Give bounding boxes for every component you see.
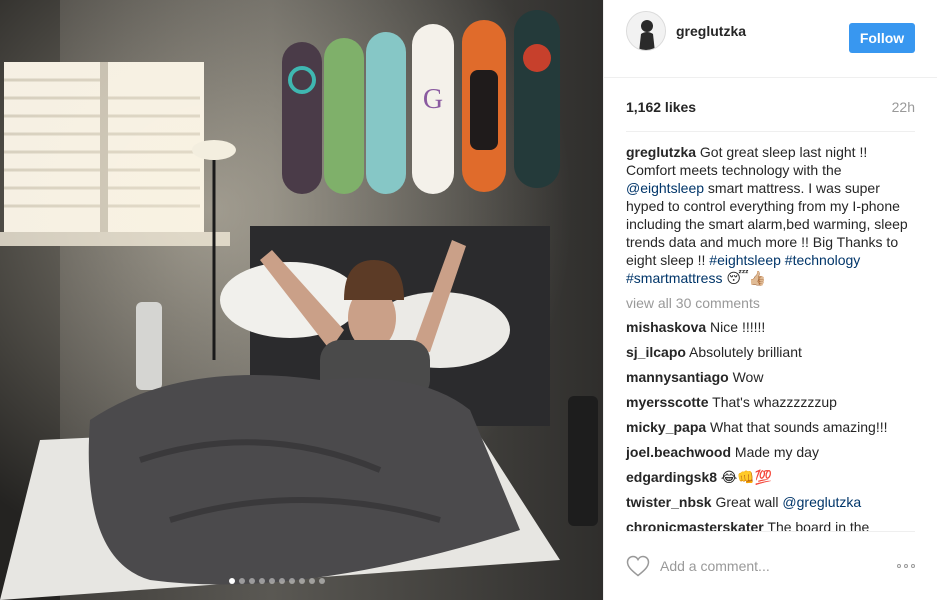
carousel-dot[interactable]	[268, 578, 275, 584]
comment-username[interactable]: joel.beachwood	[626, 444, 731, 460]
caption-mention[interactable]: @eightsleep	[626, 180, 704, 196]
post-caption: greglutzka Got great sleep last night !!…	[626, 143, 915, 287]
post-timestamp[interactable]: 22h	[892, 99, 915, 115]
more-options-icon[interactable]	[891, 564, 915, 568]
post-side-panel: greglutzka Follow 1,162 likes 22h greglu…	[603, 0, 937, 600]
post-photo[interactable]: G	[0, 0, 603, 600]
comment-item: mannysantiago Wow	[626, 368, 915, 386]
follow-button[interactable]: Follow	[849, 23, 915, 53]
comment-item: joel.beachwood Made my day	[626, 443, 915, 461]
comment-username[interactable]: chronicmasterskater	[626, 519, 764, 531]
hashtag-link[interactable]: #eightsleep	[709, 252, 781, 268]
caption-username[interactable]: greglutzka	[626, 144, 696, 160]
avatar-image	[627, 11, 665, 50]
comment-item: myersscotte That's whazzzzzzup	[626, 393, 915, 411]
comment-item: twister_nbsk Great wall @greglutzka	[626, 493, 915, 511]
carousel-dot[interactable]	[298, 578, 305, 584]
comment-username[interactable]: myersscotte	[626, 394, 709, 410]
comment-username[interactable]: twister_nbsk	[626, 494, 712, 510]
comment-text: Wow	[728, 369, 764, 385]
instagram-post: G greglutzka Follow 1,162 likes 22h greg…	[0, 0, 937, 600]
carousel-dot[interactable]	[308, 578, 315, 584]
carousel-dot[interactable]	[248, 578, 255, 584]
avatar[interactable]	[626, 10, 666, 51]
likes-count[interactable]: 1,162 likes	[626, 99, 696, 115]
carousel-dot[interactable]	[288, 578, 295, 584]
comment-username[interactable]: mishaskova	[626, 319, 706, 335]
comment-username[interactable]: micky_papa	[626, 419, 706, 435]
svg-text:G: G	[423, 84, 443, 115]
hashtag-link[interactable]: #technology	[785, 252, 861, 268]
comment-composer	[626, 531, 915, 600]
add-comment-input[interactable]	[660, 558, 891, 574]
post-author-username[interactable]: greglutzka	[676, 23, 746, 39]
comment-username[interactable]: mannysantiago	[626, 369, 729, 385]
comment-username[interactable]: edgardingsk8	[626, 469, 717, 485]
carousel-dot[interactable]	[258, 578, 265, 584]
comment-text: 😂👊💯	[717, 469, 773, 485]
comment-item: chronicmasterskater The board in the	[626, 518, 915, 531]
comment-item: mishaskova Nice !!!!!!	[626, 318, 915, 336]
comment-item: micky_papa What that sounds amazing!!!	[626, 418, 915, 436]
heart-icon[interactable]	[626, 555, 650, 577]
carousel-dot[interactable]	[238, 578, 245, 584]
hashtag-link[interactable]: #smartmattress	[626, 270, 722, 286]
comment-text: Nice !!!!!!	[706, 319, 766, 335]
comment-text: The board in the	[763, 519, 870, 531]
carousel-indicator	[0, 578, 603, 584]
comment-text: That's whazzzzzzup	[708, 394, 837, 410]
comment-text: Great wall	[711, 494, 783, 510]
bedroom-photo-illustration: G	[0, 0, 603, 600]
caption-emoji: 😴👍🏼	[726, 270, 767, 286]
post-meta: 1,162 likes 22h	[626, 78, 915, 132]
comment-text: Made my day	[731, 444, 819, 460]
comment-text: What that sounds amazing!!!	[706, 419, 888, 435]
carousel-dot[interactable]	[278, 578, 285, 584]
carousel-dot[interactable]	[318, 578, 325, 584]
post-header: greglutzka Follow	[604, 0, 937, 78]
comment-item: edgardingsk8 😂👊💯	[626, 468, 915, 486]
comment-mention[interactable]: @greglutzka	[782, 494, 861, 510]
view-all-comments-link[interactable]: view all 30 comments	[626, 294, 915, 312]
comment-item: sj_ilcapo Absolutely brilliant	[626, 343, 915, 361]
comments-section: greglutzka Got great sleep last night !!…	[604, 132, 937, 531]
comment-username[interactable]: sj_ilcapo	[626, 344, 686, 360]
carousel-dot[interactable]	[228, 578, 235, 584]
comment-text: Absolutely brilliant	[685, 344, 802, 360]
